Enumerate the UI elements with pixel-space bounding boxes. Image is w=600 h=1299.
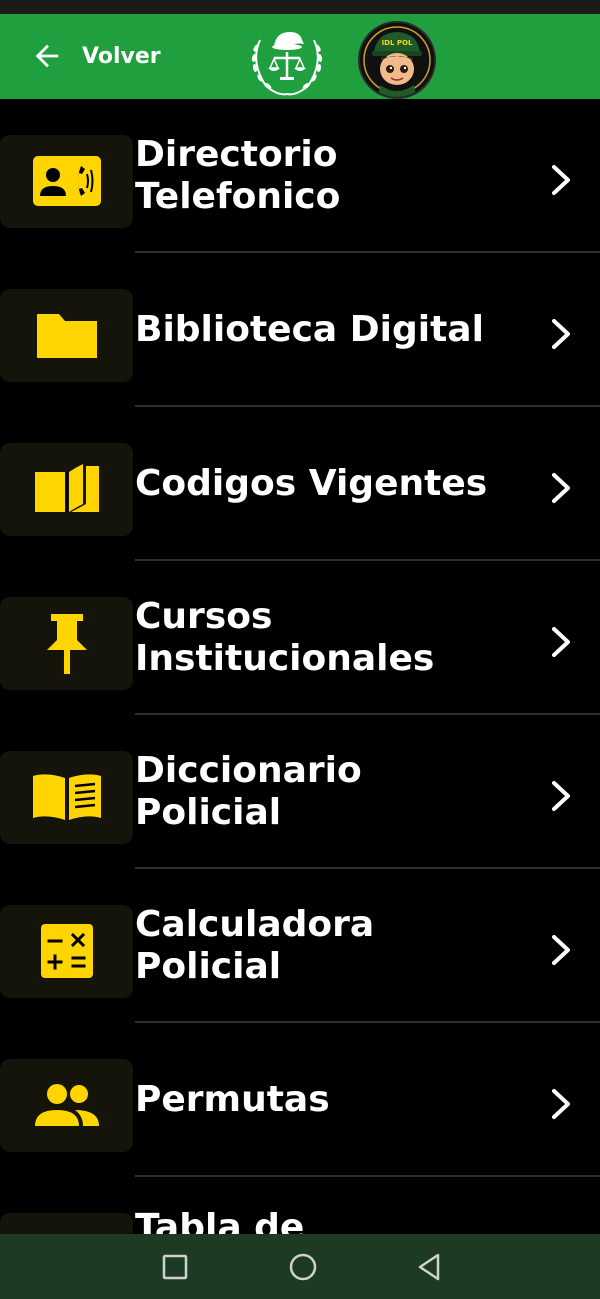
system-nav-bar bbox=[0, 1234, 600, 1299]
card-icon bbox=[31, 1224, 103, 1235]
menu-item-label: Directorio Telefonico bbox=[135, 134, 341, 217]
menu-list: Directorio Telefonico Biblioteca Digital bbox=[0, 99, 600, 1234]
home-icon[interactable] bbox=[286, 1250, 320, 1284]
cartoon-officer-avatar-icon: IDL POL bbox=[360, 23, 434, 97]
police-emblem-icon bbox=[251, 32, 323, 96]
icon-tile bbox=[0, 289, 133, 382]
status-bar bbox=[0, 0, 600, 14]
chevron-right-icon bbox=[552, 1089, 570, 1119]
chevron-right-icon bbox=[552, 935, 570, 965]
chevron-right-icon bbox=[552, 781, 570, 811]
chevron-right-icon bbox=[552, 319, 570, 349]
menu-item-directorio-telefonico[interactable]: Directorio Telefonico bbox=[0, 99, 600, 253]
chevron-right-icon bbox=[552, 627, 570, 657]
icon-tile bbox=[0, 597, 133, 690]
avatar[interactable]: IDL POL bbox=[358, 21, 436, 99]
menu-item-diccionario-policial[interactable]: Diccionario Policial bbox=[0, 715, 600, 869]
menu-item-label: Cursos Institucionales bbox=[135, 596, 435, 679]
chevron-right-icon bbox=[552, 473, 570, 503]
back-label: Volver bbox=[82, 43, 161, 69]
menu-item-cursos-institucionales[interactable]: Cursos Institucionales bbox=[0, 561, 600, 715]
arrow-left-icon bbox=[35, 44, 59, 68]
menu-item-biblioteca-digital[interactable]: Biblioteca Digital bbox=[0, 253, 600, 407]
chevron-right-icon bbox=[552, 165, 570, 195]
people-icon bbox=[34, 1083, 99, 1126]
menu-item-permutas[interactable]: Permutas bbox=[0, 1023, 600, 1177]
menu-item-codigos-vigentes[interactable]: Codigos Vigentes bbox=[0, 407, 600, 561]
back-triangle-icon[interactable] bbox=[412, 1250, 446, 1284]
pushpin-icon bbox=[46, 613, 87, 674]
icon-tile bbox=[0, 1059, 133, 1152]
back-button[interactable]: Volver bbox=[30, 36, 161, 76]
menu-item-label: Tabla de bbox=[135, 1207, 305, 1234]
contact-phone-icon bbox=[32, 155, 101, 206]
menu-item-label: Calculadora Policial bbox=[135, 904, 375, 987]
icon-tile bbox=[0, 751, 133, 844]
icon-tile bbox=[0, 905, 133, 998]
menu-item-label: Codigos Vigentes bbox=[135, 463, 488, 504]
recent-apps-icon[interactable] bbox=[158, 1250, 192, 1284]
menu-item-label: Biblioteca Digital bbox=[135, 309, 484, 350]
menu-item-label: Permutas bbox=[135, 1079, 330, 1120]
calculator-icon bbox=[40, 923, 93, 978]
app-header: Volver IDL POL bbox=[0, 14, 600, 99]
folder-icon bbox=[36, 313, 97, 358]
icon-tile bbox=[0, 1213, 133, 1234]
menu-item-calculadora-policial[interactable]: Calculadora Policial bbox=[0, 869, 600, 1023]
open-book-icon bbox=[34, 463, 99, 512]
menu-item-tabla-de[interactable]: Tabla de bbox=[0, 1177, 600, 1234]
avatar-text: IDL POL bbox=[382, 39, 413, 47]
book-lines-icon bbox=[32, 773, 101, 820]
icon-tile bbox=[0, 135, 133, 228]
menu-item-label: Diccionario Policial bbox=[135, 750, 362, 833]
icon-tile bbox=[0, 443, 133, 536]
